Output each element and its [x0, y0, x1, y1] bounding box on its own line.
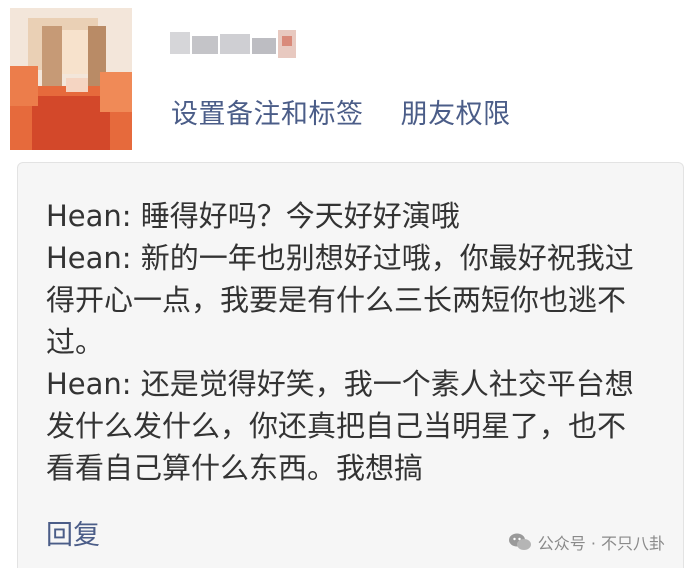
watermark-text: 公众号 · 不只八卦 — [537, 534, 665, 553]
wechat-official-account-icon — [508, 533, 531, 550]
contact-actions: 设置备注和标签 朋友权限 — [171, 92, 511, 131]
comment-card: Hean: 睡得好吗？今天好好演哦 Hean: 新的一年也别想好过哦，你最好祝我… — [17, 162, 684, 568]
comment-message: Hean: 睡得好吗？今天好好演哦 — [46, 199, 460, 233]
avatar[interactable] — [10, 8, 132, 150]
watermark: 公众号 · 不只八卦 — [508, 530, 665, 554]
comment-messages: Hean: 睡得好吗？今天好好演哦 Hean: 新的一年也别想好过哦，你最好祝我… — [46, 195, 646, 489]
friend-permissions-link[interactable]: 朋友权限 — [401, 92, 511, 131]
set-remark-and-tags-link[interactable]: 设置备注和标签 — [171, 92, 364, 131]
comment-message: Hean: 还是觉得好笑，我一个素人社交平台想发什么发什么，你还真把自己当明星了… — [46, 367, 634, 485]
reply-button[interactable]: 回复 — [46, 513, 100, 552]
username-blurred — [170, 22, 310, 62]
contact-comment-screen: 设置备注和标签 朋友权限 Hean: 睡得好吗？今天好好演哦 Hean: 新的一… — [0, 0, 685, 568]
comment-message: Hean: 新的一年也别想好过哦，你最好祝我过得开心一点，我要是有什么三长两短你… — [46, 241, 634, 359]
